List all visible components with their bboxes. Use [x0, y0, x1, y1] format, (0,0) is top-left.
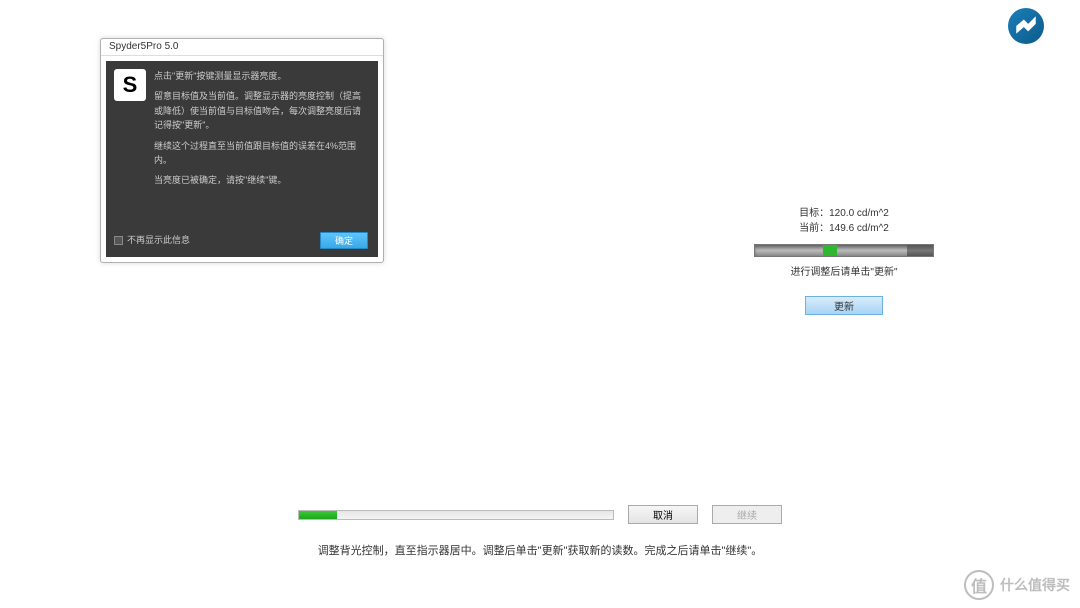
dialog-line-2: 留意目标值及当前值。调整显示器的亮度控制（提高或降低）使当前值与目标值吻合，每次… [154, 89, 368, 132]
bird-logo-icon [1008, 8, 1044, 44]
dialog-body: S 点击"更新"按键测量显示器亮度。 留意目标值及当前值。调整显示器的亮度控制（… [106, 61, 378, 257]
dialog-line-4: 当亮度已被确定，请按"继续"键。 [154, 173, 368, 187]
progress-bar [298, 510, 614, 520]
current-label: 当前： [799, 223, 829, 234]
indicator-marker [823, 245, 837, 256]
bottom-instruction: 调整背光控制，直至指示器居中。调整后单击"更新"获取新的读数。完成之后请单击"继… [0, 542, 1080, 558]
bottom-controls: 取消 继续 [0, 505, 1080, 524]
cancel-button[interactable]: 取消 [628, 505, 698, 524]
target-line: 目标：120.0 cd/m^2 [754, 204, 934, 219]
dialog-title: Spyder5Pro 5.0 [101, 39, 383, 56]
bottom-area: 取消 继续 调整背光控制，直至指示器居中。调整后单击"更新"获取新的读数。完成之… [0, 505, 1080, 558]
target-label: 目标： [799, 208, 829, 219]
brightness-panel: 目标：120.0 cd/m^2 当前：149.6 cd/m^2 进行调整后请单击… [754, 204, 934, 315]
indicator-bar [754, 244, 934, 257]
current-value: 149.6 cd/m^2 [829, 223, 889, 234]
watermark-icon: 值 [964, 570, 994, 600]
indicator-end [907, 245, 933, 256]
app-icon: S [114, 69, 146, 101]
ok-button[interactable]: 确定 [320, 232, 368, 249]
continue-button: 继续 [712, 505, 782, 524]
watermark: 值 什么值得买 [964, 570, 1070, 600]
adjust-hint: 进行调整后请单击"更新" [754, 263, 934, 278]
current-line: 当前：149.6 cd/m^2 [754, 219, 934, 234]
dont-show-label: 不再显示此信息 [127, 233, 190, 247]
dialog-line-1: 点击"更新"按键测量显示器亮度。 [154, 69, 368, 83]
refresh-button[interactable]: 更新 [805, 296, 883, 315]
dont-show-checkbox-row[interactable]: 不再显示此信息 [114, 233, 190, 247]
checkbox-icon[interactable] [114, 236, 123, 245]
info-dialog: Spyder5Pro 5.0 S 点击"更新"按键测量显示器亮度。 留意目标值及… [100, 38, 384, 263]
watermark-text: 什么值得买 [1000, 575, 1070, 595]
target-value: 120.0 cd/m^2 [829, 208, 889, 219]
progress-fill [299, 511, 337, 519]
dialog-line-3: 继续这个过程直至当前值跟目标值的误差在4%范围内。 [154, 139, 368, 168]
dialog-text: 点击"更新"按键测量显示器亮度。 留意目标值及当前值。调整显示器的亮度控制（提高… [154, 69, 368, 194]
